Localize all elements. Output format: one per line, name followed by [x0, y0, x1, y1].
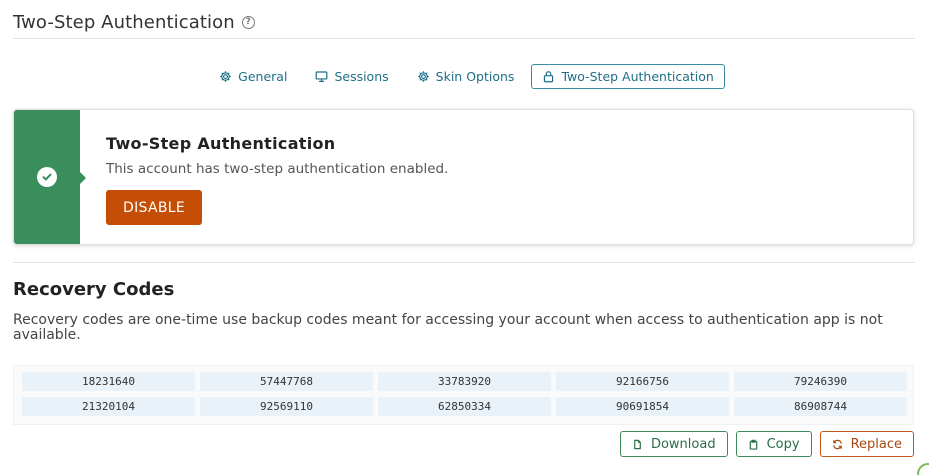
recovery-actions: Download Copy Replace — [619, 431, 914, 457]
copy-label: Copy — [766, 436, 800, 452]
tab-bar: General Sessions Skin Options Two-Step A… — [0, 64, 929, 89]
refresh-icon — [832, 439, 842, 449]
tab-general-label: General — [238, 69, 288, 84]
replace-button[interactable]: Replace — [819, 431, 914, 457]
tab-sessions[interactable]: Sessions — [304, 64, 399, 89]
two-step-status-card: Two-Step Authentication This account has… — [13, 109, 914, 245]
recovery-code: 79246390 — [734, 372, 907, 391]
recovery-code: 21320104 — [22, 397, 195, 416]
recovery-code: 62850334 — [378, 397, 551, 416]
recovery-code: 18231640 — [22, 372, 195, 391]
recovery-code: 86908744 — [734, 397, 907, 416]
download-label: Download — [650, 436, 716, 452]
disable-button[interactable]: DISABLE — [106, 190, 202, 225]
gear-icon — [220, 71, 231, 82]
tab-skin-options[interactable]: Skin Options — [406, 64, 526, 89]
tab-skin-options-label: Skin Options — [435, 69, 515, 84]
page-header: Two-Step Authentication ? — [13, 6, 915, 39]
tab-sessions-label: Sessions — [334, 69, 389, 84]
recovery-codes-title: Recovery Codes — [13, 279, 175, 300]
copy-button[interactable]: Copy — [735, 431, 812, 457]
recovery-code: 92166756 — [556, 372, 729, 391]
tab-two-step-label: Two-Step Authentication — [561, 69, 714, 84]
tab-general[interactable]: General — [208, 64, 298, 89]
corner-indicator — [917, 463, 929, 475]
tab-two-step-authentication[interactable]: Two-Step Authentication — [531, 64, 725, 89]
recovery-code: 90691854 — [556, 397, 729, 416]
status-band — [14, 110, 86, 244]
replace-label: Replace — [850, 436, 902, 452]
recovery-code: 57447768 — [200, 372, 373, 391]
check-circle-icon — [37, 167, 57, 187]
section-divider — [13, 262, 915, 263]
recovery-code: 92569110 — [200, 397, 373, 416]
clipboard-icon — [749, 439, 757, 450]
recovery-code: 33783920 — [378, 372, 551, 391]
monitor-icon — [316, 71, 328, 82]
file-icon — [634, 439, 641, 449]
download-button[interactable]: Download — [619, 431, 728, 457]
recovery-codes-box: 18231640 57447768 33783920 92166756 7924… — [13, 365, 914, 425]
help-icon[interactable]: ? — [241, 15, 255, 29]
page-title: Two-Step Authentication — [13, 11, 235, 33]
recovery-codes-description: Recovery codes are one-time use backup c… — [13, 312, 883, 343]
status-title: Two-Step Authentication — [106, 134, 336, 153]
status-description: This account has two-step authentication… — [106, 161, 449, 177]
lock-icon — [544, 71, 554, 83]
gear-icon — [417, 71, 429, 82]
